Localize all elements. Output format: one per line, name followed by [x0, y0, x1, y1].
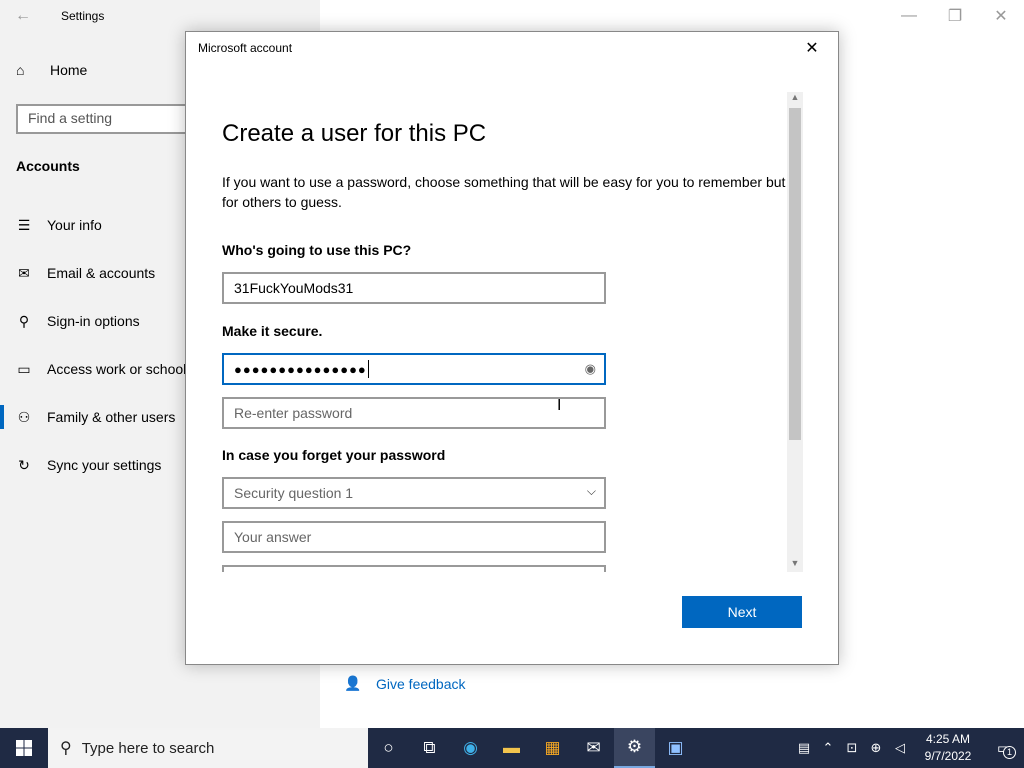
feedback-label: Give feedback	[376, 675, 466, 692]
reenter-password-field[interactable]: Re-enter password	[222, 397, 606, 429]
security-question-2-select[interactable]	[222, 565, 606, 572]
edge-icon[interactable]: ◉	[450, 728, 491, 768]
who-label: Who's going to use this PC?	[222, 242, 412, 258]
nav-item-access-work[interactable]: ▭ Access work or school	[0, 349, 200, 389]
mail-app-icon[interactable]: ✉	[573, 728, 614, 768]
reenter-placeholder: Re-enter password	[234, 405, 353, 421]
people-icon: ⚇	[17, 408, 31, 425]
microsoft-account-dialog: Microsoft account ✕ Create a user for th…	[185, 31, 839, 665]
give-feedback-link[interactable]: 👤 Give feedback	[344, 675, 466, 692]
password-field[interactable]: ●●●●●●●●●●●●●●● ◉	[222, 353, 606, 385]
key-icon: ⚲	[18, 312, 30, 329]
date: 9/7/2022	[924, 749, 972, 763]
task-view-icon[interactable]: ⧉	[409, 728, 450, 768]
password-value: ●●●●●●●●●●●●●●●	[234, 361, 367, 377]
keyboard-icon[interactable]: ▤	[792, 740, 816, 756]
volume-muted-icon[interactable]: ◁	[888, 740, 912, 756]
username-field[interactable]: 31FuckYouMods31	[222, 272, 606, 304]
intro-text: If you want to use a password, choose so…	[222, 174, 788, 210]
reveal-password-icon[interactable]: ◉	[585, 361, 596, 377]
username-value: 31FuckYouMods31	[234, 280, 354, 296]
nav-label: Email & accounts	[47, 265, 156, 281]
security-question-value: Security question 1	[234, 485, 354, 501]
back-arrow-icon[interactable]: ←	[0, 0, 46, 32]
file-explorer-icon[interactable]: ▬	[491, 728, 532, 768]
network-icon[interactable]: ⊕	[864, 740, 888, 756]
nav-label: Your info	[47, 217, 102, 233]
notification-center-icon[interactable]: ▭ 1	[984, 739, 1024, 759]
dialog-title: Microsoft account	[198, 41, 293, 55]
next-button[interactable]: Next	[682, 596, 802, 628]
chevron-up-icon[interactable]: ⌃	[816, 740, 840, 756]
restore-icon[interactable]: ❐	[932, 0, 978, 32]
nav-label: Family & other users	[47, 409, 176, 425]
windows-logo-icon	[16, 740, 32, 756]
dialog-content: Create a user for this PC If you want to…	[222, 92, 788, 572]
time: 4:25 AM	[925, 732, 971, 746]
nav-item-email-accounts[interactable]: ✉ Email & accounts	[0, 253, 200, 293]
page-title: Create a user for this PC	[222, 120, 487, 147]
accounts-heading: Accounts	[16, 158, 80, 174]
scroll-thumb[interactable]	[789, 108, 801, 440]
home-label: Home	[50, 62, 88, 78]
close-icon[interactable]: ✕	[978, 0, 1024, 32]
chevron-down-icon: ⌵	[586, 484, 596, 498]
store-icon[interactable]: ▦	[532, 728, 573, 768]
sync-icon: ↻	[18, 456, 30, 473]
notification-count: 1	[1003, 746, 1016, 759]
dialog-scrollbar[interactable]: ▲ ▼	[787, 92, 803, 572]
minimize-icon[interactable]: —	[886, 0, 932, 32]
nav-label: Access work or school	[47, 361, 187, 377]
scroll-down-icon[interactable]: ▼	[787, 558, 803, 572]
home-icon: ⌂	[16, 62, 25, 78]
control-panel-icon[interactable]: ▣	[655, 728, 696, 768]
window-controls: — ❐ ✕	[886, 0, 1024, 32]
taskbar-search-placeholder: Type here to search	[81, 739, 215, 757]
nav-label: Sign-in options	[47, 313, 140, 329]
person-card-icon: ☰	[17, 216, 31, 233]
system-tray: ▤ ⌃ ⊡ ⊕ ◁ 4:25 AM 9/7/2022 ▭ 1	[792, 728, 1024, 768]
secure-label: Make it secure.	[222, 323, 323, 339]
nav-item-family-other-users[interactable]: ⚇ Family & other users	[0, 397, 200, 437]
dialog-close-icon[interactable]: ✕	[802, 38, 822, 58]
scroll-up-icon[interactable]: ▲	[787, 92, 803, 106]
nav-item-sync-settings[interactable]: ↻ Sync your settings	[0, 445, 200, 485]
taskbar: ⚲ Type here to search ○ ⧉ ◉ ▬ ▦ ✉ ⚙ ▣ ▤ …	[0, 728, 1024, 768]
briefcase-icon: ▭	[17, 360, 31, 377]
start-button[interactable]	[0, 728, 48, 768]
active-indicator	[0, 405, 4, 429]
ibeam-cursor-icon: I	[557, 397, 562, 414]
mail-icon: ✉	[18, 264, 30, 281]
meet-now-icon[interactable]: ⊡	[840, 740, 864, 756]
answer-field[interactable]: Your answer	[222, 521, 606, 553]
titlebar: ← Settings	[0, 0, 320, 32]
cortana-icon[interactable]: ○	[368, 728, 409, 768]
nav-label: Sync your settings	[47, 457, 162, 473]
security-question-1-select[interactable]: Security question 1 ⌵	[222, 477, 606, 509]
text-caret	[367, 360, 369, 378]
search-icon: ⚲	[60, 740, 72, 757]
forget-label: In case you forget your password	[222, 447, 446, 463]
nav-item-sign-in-options[interactable]: ⚲ Sign-in options	[0, 301, 200, 341]
window-title: Settings	[61, 9, 105, 23]
find-setting-placeholder: Find a setting	[28, 110, 113, 126]
answer-placeholder: Your answer	[234, 529, 312, 545]
taskbar-search-box[interactable]: ⚲ Type here to search	[48, 728, 368, 768]
home-nav-item[interactable]: ⌂ Home	[16, 62, 87, 78]
nav-item-your-info[interactable]: ☰ Your info	[0, 205, 200, 245]
settings-app-icon[interactable]: ⚙	[614, 728, 655, 768]
clock[interactable]: 4:25 AM 9/7/2022	[912, 731, 984, 765]
feedback-icon: 👤	[344, 675, 362, 691]
